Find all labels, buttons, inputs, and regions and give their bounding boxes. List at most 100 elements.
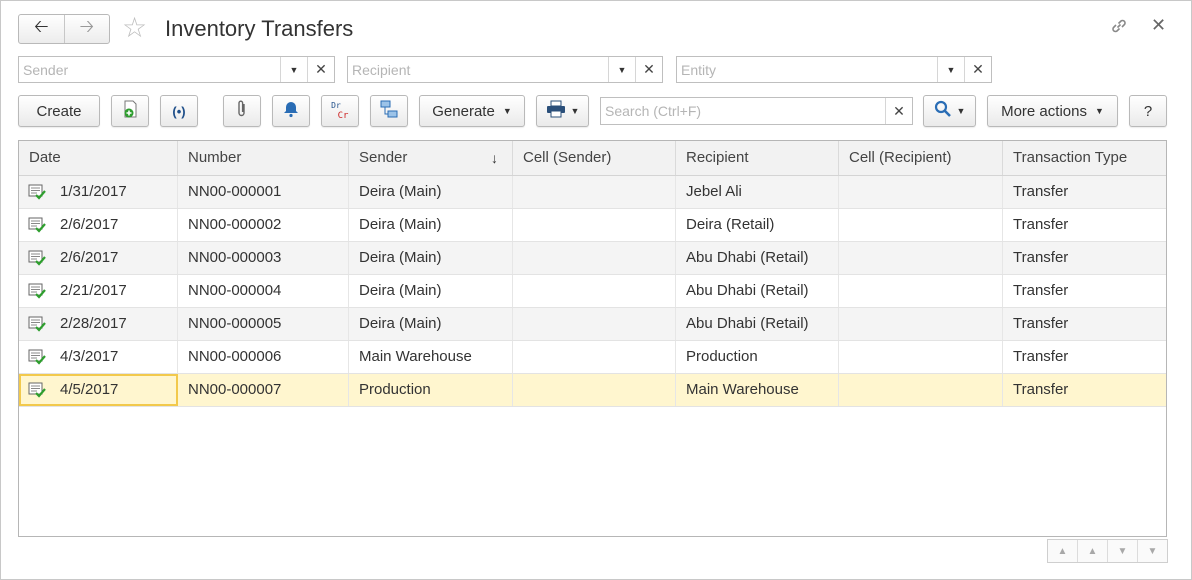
cell-number[interactable]: NN00-000005 — [178, 308, 349, 340]
cell-recipient[interactable]: Deira (Retail) — [676, 209, 839, 241]
cell-cell-recipient[interactable] — [839, 374, 1003, 406]
cell-sender[interactable]: Deira (Main) — [349, 275, 513, 307]
forward-arrow-icon[interactable]: 🡢 — [63, 15, 110, 43]
cell-cell-sender[interactable] — [513, 242, 676, 274]
cell-sender[interactable]: Main Warehouse — [349, 341, 513, 373]
column-header-recipient[interactable]: Recipient — [676, 141, 839, 175]
cell-date[interactable]: 2/6/2017 — [19, 242, 178, 274]
sender-input[interactable] — [19, 57, 280, 82]
cell-recipient[interactable]: Jebel Ali — [676, 176, 839, 208]
column-header-transaction-type[interactable]: Transaction Type — [1003, 141, 1166, 175]
cell-date[interactable]: 2/6/2017 — [19, 209, 178, 241]
recipient-input[interactable] — [348, 57, 608, 82]
cell-sender[interactable]: Production — [349, 374, 513, 406]
chevron-down-icon[interactable]: ▼ — [937, 57, 964, 82]
entity-input[interactable] — [677, 57, 937, 82]
post-button[interactable]: (•) — [160, 95, 198, 127]
cell-cell-recipient[interactable] — [839, 176, 1003, 208]
favorite-star-icon[interactable]: ☆ — [122, 13, 147, 43]
help-button[interactable]: ? — [1129, 95, 1167, 127]
cell-cell-recipient[interactable] — [839, 341, 1003, 373]
cell-number[interactable]: NN00-000004 — [178, 275, 349, 307]
cell-number[interactable]: NN00-000006 — [178, 341, 349, 373]
cell-date[interactable]: 4/3/2017 — [19, 341, 178, 373]
scroll-up-icon[interactable]: ▲ — [1078, 540, 1108, 562]
column-header-number[interactable]: Number — [178, 141, 349, 175]
cell-sender[interactable]: Deira (Main) — [349, 209, 513, 241]
cell-recipient[interactable]: Abu Dhabi (Retail) — [676, 308, 839, 340]
posted-document-icon — [28, 250, 46, 266]
cell-number[interactable]: NN00-000007 — [178, 374, 349, 406]
table-row[interactable]: 4/3/2017 NN00-000006 Main Warehouse Product… — [19, 341, 1166, 374]
column-header-cell-recipient[interactable]: Cell (Recipient) — [839, 141, 1003, 175]
hierarchy-icon — [379, 99, 399, 123]
cell-cell-recipient[interactable] — [839, 242, 1003, 274]
column-header-cell-sender[interactable]: Cell (Sender) — [513, 141, 676, 175]
link-icon[interactable] — [1109, 16, 1129, 41]
cell-cell-recipient[interactable] — [839, 275, 1003, 307]
print-button[interactable]: ▼ — [536, 95, 589, 127]
cell-cell-sender[interactable] — [513, 209, 676, 241]
close-icon[interactable]: ✕ — [1151, 15, 1166, 36]
cell-type[interactable]: Transfer — [1003, 176, 1166, 208]
clear-icon[interactable]: ✕ — [635, 57, 662, 82]
chevron-down-icon[interactable]: ▼ — [280, 57, 307, 82]
cell-recipient[interactable]: Abu Dhabi (Retail) — [676, 242, 839, 274]
cell-cell-sender[interactable] — [513, 341, 676, 373]
column-header-sender[interactable]: Sender ↓ — [349, 141, 513, 175]
attachment-button[interactable] — [223, 95, 261, 127]
scroll-down-icon[interactable]: ▼ — [1108, 540, 1138, 562]
scroll-last-icon[interactable]: ▼ — [1138, 540, 1167, 562]
cell-date[interactable]: 1/31/2017 — [19, 176, 178, 208]
clear-icon[interactable]: ✕ — [307, 57, 334, 82]
cell-cell-recipient[interactable] — [839, 308, 1003, 340]
journal-entries-button[interactable]: Dr Cr — [321, 95, 359, 127]
cell-sender[interactable]: Deira (Main) — [349, 242, 513, 274]
reminder-button[interactable] — [272, 95, 310, 127]
clear-icon[interactable]: ✕ — [964, 57, 991, 82]
create-based-on-button[interactable] — [111, 95, 149, 127]
clear-icon[interactable]: ✕ — [885, 98, 912, 124]
cell-type[interactable]: Transfer — [1003, 275, 1166, 307]
cell-recipient[interactable]: Main Warehouse — [676, 374, 839, 406]
search-input[interactable] — [601, 98, 885, 124]
structure-button[interactable] — [370, 95, 408, 127]
cell-sender[interactable]: Deira (Main) — [349, 176, 513, 208]
chevron-down-icon[interactable]: ▼ — [608, 57, 635, 82]
cell-date[interactable]: 2/21/2017 — [19, 275, 178, 307]
cell-type[interactable]: Transfer — [1003, 374, 1166, 406]
cell-cell-sender[interactable] — [513, 176, 676, 208]
back-arrow-icon[interactable]: 🡠 — [19, 15, 64, 43]
cell-sender[interactable]: Deira (Main) — [349, 308, 513, 340]
sender-filter: ▼ ✕ — [18, 56, 335, 83]
posted-document-icon — [28, 316, 46, 332]
cell-type[interactable]: Transfer — [1003, 242, 1166, 274]
table-row[interactable]: 2/21/2017 NN00-000004 Deira (Main) Abu Dhab… — [19, 275, 1166, 308]
cell-cell-recipient[interactable] — [839, 209, 1003, 241]
search-options-button[interactable]: ▼ — [923, 95, 976, 127]
cell-type[interactable]: Transfer — [1003, 308, 1166, 340]
cell-date[interactable]: 2/28/2017 — [19, 308, 178, 340]
cell-type[interactable]: Transfer — [1003, 341, 1166, 373]
column-header-date[interactable]: Date — [19, 141, 178, 175]
cell-cell-sender[interactable] — [513, 275, 676, 307]
table-row[interactable]: 4/5/2017 NN00-000007 Production Main Wareho… — [19, 374, 1166, 407]
cell-cell-sender[interactable] — [513, 308, 676, 340]
table-row[interactable]: 1/31/2017 NN00-000001 Deira (Main) Jebel Al… — [19, 176, 1166, 209]
printer-icon — [546, 100, 566, 122]
create-button[interactable]: Create — [18, 95, 100, 127]
cell-type[interactable]: Transfer — [1003, 209, 1166, 241]
table-row[interactable]: 2/6/2017 NN00-000002 Deira (Main) Deira (Re… — [19, 209, 1166, 242]
table-row[interactable]: 2/28/2017 NN00-000005 Deira (Main) Abu Dhab… — [19, 308, 1166, 341]
more-actions-button[interactable]: More actions ▼ — [987, 95, 1118, 127]
cell-date[interactable]: 4/5/2017 — [19, 374, 178, 406]
cell-number[interactable]: NN00-000002 — [178, 209, 349, 241]
cell-cell-sender[interactable] — [513, 374, 676, 406]
table-row[interactable]: 2/6/2017 NN00-000003 Deira (Main) Abu Dhabi… — [19, 242, 1166, 275]
cell-number[interactable]: NN00-000001 — [178, 176, 349, 208]
cell-recipient[interactable]: Abu Dhabi (Retail) — [676, 275, 839, 307]
generate-button[interactable]: Generate ▼ — [419, 95, 525, 127]
cell-number[interactable]: NN00-000003 — [178, 242, 349, 274]
cell-recipient[interactable]: Production — [676, 341, 839, 373]
scroll-first-icon[interactable]: ▲ — [1048, 540, 1078, 562]
